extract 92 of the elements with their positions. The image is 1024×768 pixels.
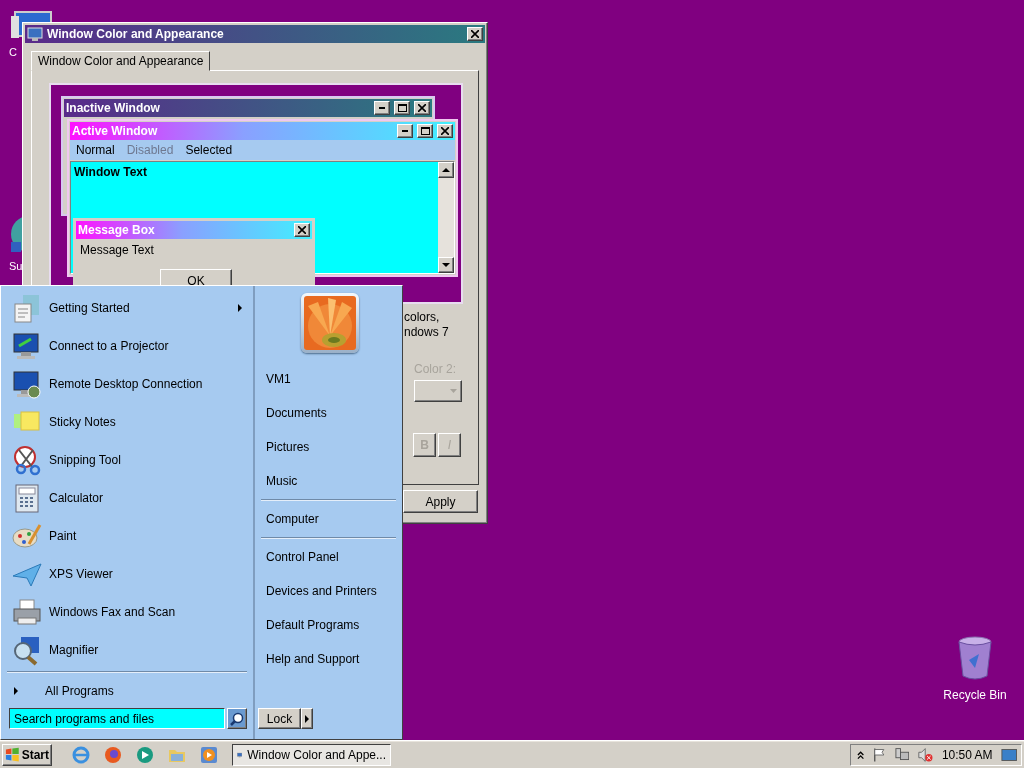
start-menu-link[interactable]: Music xyxy=(255,464,402,498)
scrollbar[interactable] xyxy=(438,162,454,273)
desktop-icon-label[interactable]: C xyxy=(9,46,17,58)
description-text: ndows 7 xyxy=(404,325,449,339)
start-menu-link[interactable]: Devices and Printers xyxy=(255,574,402,608)
minimize-button[interactable] xyxy=(374,101,390,115)
program-label: Snipping Tool xyxy=(49,453,122,467)
play-circle-icon[interactable] xyxy=(136,745,154,764)
program-item[interactable]: Remote Desktop Connection xyxy=(1,365,253,403)
chevron-up-icon[interactable] xyxy=(857,749,865,760)
flag-icon[interactable] xyxy=(872,746,887,763)
monitor-icon xyxy=(11,368,43,400)
tab[interactable]: Window Color and Appearance xyxy=(31,51,211,71)
user-picture-frame[interactable] xyxy=(301,293,359,353)
taskbar-window-button[interactable]: Window Color and Appe... xyxy=(232,743,391,766)
submenu-arrow-icon xyxy=(237,304,243,312)
maximize-button[interactable] xyxy=(417,124,433,138)
windows-flag-icon xyxy=(5,746,20,763)
maximize-icon xyxy=(420,127,430,135)
search-icon xyxy=(230,711,245,726)
minimize-icon xyxy=(402,130,408,132)
program-item[interactable]: Getting Started xyxy=(1,289,253,327)
start-menu-link[interactable]: Computer xyxy=(255,498,402,536)
monitor-icon xyxy=(27,27,43,41)
maximize-icon xyxy=(397,104,407,112)
all-programs-item[interactable]: All Programs xyxy=(1,679,253,703)
network-icon[interactable] xyxy=(894,746,910,763)
color-2-dropdown[interactable] xyxy=(414,380,462,402)
expand-arrow-icon xyxy=(13,687,19,695)
program-label: Calculator xyxy=(49,491,105,505)
scroll-up-icon xyxy=(442,167,450,173)
start-menu-link[interactable]: VM1 xyxy=(255,362,402,396)
start-menu-link[interactable]: Default Programs xyxy=(255,608,402,642)
active-window-title: Active Window xyxy=(72,124,159,138)
media-player-icon[interactable] xyxy=(200,745,218,764)
program-item[interactable]: XPS Viewer xyxy=(1,555,253,593)
program-label: Magnifier xyxy=(49,643,100,657)
scissors-icon xyxy=(11,444,43,476)
search-button[interactable] xyxy=(227,708,247,729)
program-item[interactable]: Connect to a Projector xyxy=(1,327,253,365)
start-menu-link[interactable]: Documents xyxy=(255,396,402,430)
program-label: Paint xyxy=(49,529,78,543)
program-label: Connect to a Projector xyxy=(49,339,170,353)
menu-item[interactable]: Normal xyxy=(70,143,121,157)
program-label: Remote Desktop Connection xyxy=(49,377,204,391)
program-label: Sticky Notes xyxy=(49,415,117,429)
program-label: Getting Started xyxy=(49,301,131,315)
program-label: Windows Fax and Scan xyxy=(49,605,177,619)
close-button[interactable] xyxy=(294,223,310,237)
message-text: Message Text xyxy=(79,242,155,259)
close-button[interactable] xyxy=(437,124,453,138)
close-icon xyxy=(471,30,479,38)
close-icon xyxy=(298,226,306,234)
printer-icon xyxy=(11,596,43,628)
close-icon xyxy=(418,104,426,112)
start-menu-link[interactable]: Pictures xyxy=(255,430,402,464)
search-field[interactable]: Search programs and files xyxy=(9,708,226,729)
minimize-icon xyxy=(379,107,385,109)
start-menu-link[interactable]: Control Panel xyxy=(255,536,402,574)
speaker-muted-icon[interactable] xyxy=(917,746,934,763)
lock-options-button[interactable] xyxy=(301,708,313,729)
description-text: colors, xyxy=(404,310,440,324)
all-programs-label: All Programs xyxy=(45,684,115,698)
apply-button[interactable]: Apply xyxy=(403,490,478,513)
desktop-icon[interactable] xyxy=(1000,746,1017,763)
menu-item[interactable]: Selected xyxy=(179,143,239,157)
window-text: Window Text xyxy=(73,164,148,181)
program-item[interactable]: Windows Fax and Scan xyxy=(1,593,253,631)
program-item[interactable]: Sticky Notes xyxy=(1,403,253,441)
program-label: XPS Viewer xyxy=(49,567,114,581)
close-icon xyxy=(441,127,449,135)
lock-button[interactable]: Lock xyxy=(258,708,301,729)
dropdown-arrow-icon xyxy=(450,389,457,393)
program-item[interactable]: Paint xyxy=(1,517,253,555)
minimize-button[interactable] xyxy=(397,124,413,138)
close-button[interactable] xyxy=(467,27,483,41)
recycle-bin-icon[interactable] xyxy=(957,636,993,680)
window-title: Window Color and Appearance xyxy=(47,27,225,41)
inactive-window-title: Inactive Window xyxy=(66,101,161,115)
start-menu-link[interactable]: Help and Support xyxy=(255,642,402,676)
program-item[interactable]: Snipping Tool xyxy=(1,441,253,479)
clock[interactable]: 10:50 AM xyxy=(941,747,993,762)
program-item[interactable]: Magnifier xyxy=(1,631,253,669)
close-button[interactable] xyxy=(414,101,430,115)
message-box-title: Message Box xyxy=(78,223,156,237)
scroll-down-icon xyxy=(442,262,450,268)
program-item[interactable]: Calculator xyxy=(1,479,253,517)
desktop-icon-label[interactable]: Su xyxy=(9,260,23,272)
recycle-bin-label: Recycle Bin xyxy=(943,688,1007,702)
caret-icon xyxy=(304,714,310,723)
start-button[interactable]: Start xyxy=(2,743,52,766)
maximize-button[interactable] xyxy=(394,101,410,115)
